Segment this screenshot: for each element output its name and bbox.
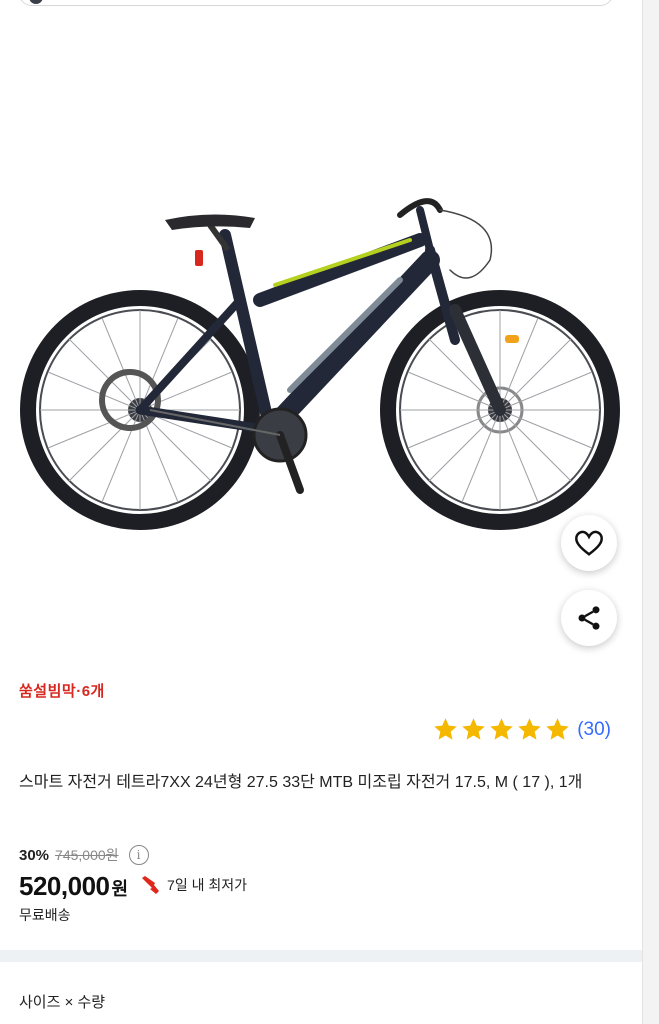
- review-count[interactable]: (30): [577, 719, 611, 741]
- share-button[interactable]: [561, 590, 617, 646]
- original-price: 745,000원: [55, 847, 119, 863]
- wishlist-button[interactable]: [561, 515, 617, 571]
- rating-stars: [432, 716, 571, 743]
- info-icon[interactable]: i: [128, 845, 149, 865]
- scrollbar-track: [642, 0, 659, 1024]
- lowest-price-badge: 7일 내 최저가: [140, 875, 247, 895]
- section-divider: [0, 950, 642, 962]
- product-image[interactable]: [0, 30, 642, 670]
- search-bar[interactable]: [18, 0, 614, 6]
- heart-icon: [575, 530, 603, 556]
- bicycle-image: [20, 198, 620, 530]
- discount-rate: 30%: [19, 846, 50, 864]
- star-icon: [434, 718, 457, 740]
- star-icon: [490, 718, 513, 740]
- search-icon: [29, 0, 43, 4]
- star-icon: [518, 718, 541, 740]
- star-icon: [462, 718, 485, 740]
- price-block: 30% 745,000원 i 520,000 원 7일 내 최저가 무료배송: [19, 845, 247, 925]
- product-title: 스마트 자전거 테트라7XX 24년형 27.5 33단 MTB 미조립 자전거…: [19, 774, 583, 791]
- hand-pointer-icon: [142, 876, 160, 894]
- currency-unit: 원: [111, 879, 129, 899]
- promo-label: 쑴설빔막·6개: [19, 683, 105, 700]
- share-icon: [578, 606, 600, 630]
- star-icon: [546, 718, 569, 740]
- lowest-price-label: 7일 내 최저가: [167, 877, 248, 893]
- shipping-info: 무료배송: [19, 907, 71, 923]
- rating[interactable]: (30): [432, 716, 611, 743]
- option-selector-label[interactable]: 사이즈 × 수량: [19, 991, 105, 1012]
- sale-price: 520,000: [19, 871, 110, 901]
